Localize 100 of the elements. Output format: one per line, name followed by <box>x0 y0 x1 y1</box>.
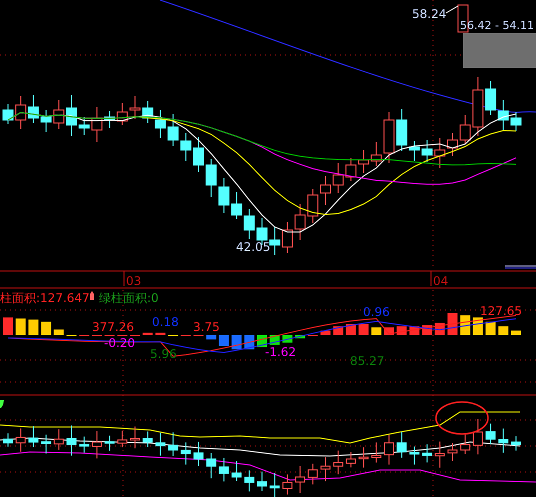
candlestick <box>116 102 128 126</box>
value-label: 85.27 <box>350 354 384 368</box>
candlestick <box>282 222 293 254</box>
candlestick <box>40 110 52 132</box>
candlestick <box>472 418 483 455</box>
value-label: -1.62 <box>265 345 296 359</box>
axis-label: 04 <box>433 274 448 288</box>
candlestick <box>434 138 446 168</box>
candlestick <box>218 178 230 214</box>
histogram-bar <box>295 335 306 338</box>
histogram-bar <box>142 332 153 335</box>
price-label: 58.24 <box>412 7 446 21</box>
histogram-bar <box>511 330 521 335</box>
legend-label: 绿柱面积:0 <box>99 291 159 305</box>
scroll-indicator <box>504 266 536 268</box>
candlestick <box>79 436 90 454</box>
histogram-bar <box>486 322 496 335</box>
histogram-bar <box>498 326 508 335</box>
histogram-bar <box>346 324 356 335</box>
candlestick <box>130 96 140 120</box>
candlestick <box>320 456 330 482</box>
candlestick <box>232 460 242 482</box>
candlestick <box>218 457 229 482</box>
histogram-bar <box>232 335 242 350</box>
candlestick <box>231 192 242 220</box>
candlestick <box>409 446 420 466</box>
candlestick <box>66 94 77 136</box>
candlestick <box>206 158 217 198</box>
candlestick <box>486 423 496 445</box>
candlestick <box>295 466 306 494</box>
candlestick <box>498 100 509 130</box>
candlestick <box>346 452 356 468</box>
histogram-bar <box>206 335 216 340</box>
candlestick <box>485 80 496 116</box>
candlestick <box>206 452 216 479</box>
histogram-bar <box>358 324 369 335</box>
bar-icon <box>90 291 94 300</box>
candlestick <box>448 442 458 462</box>
candlestick <box>510 112 522 132</box>
histogram-bar <box>320 330 330 335</box>
candlestick <box>194 441 204 466</box>
candlestick <box>257 471 267 492</box>
candlestick <box>460 434 470 454</box>
value-label: 377.26 <box>92 320 134 334</box>
candlestick <box>117 430 128 448</box>
candlestick <box>3 432 13 448</box>
candlestick <box>180 442 191 466</box>
candlestick <box>130 426 140 449</box>
candlestick <box>193 136 204 172</box>
candlestick <box>142 430 153 448</box>
candlestick <box>396 431 407 458</box>
candlestick <box>66 424 76 456</box>
value-label: 127.65 <box>480 304 522 318</box>
candlestick <box>244 208 255 240</box>
histogram-bar <box>3 317 13 335</box>
histogram-bar <box>218 335 229 346</box>
price-label: 42.05 <box>236 240 270 254</box>
candlestick <box>168 432 178 456</box>
candlestick <box>28 94 39 124</box>
value-label: 3.75 <box>193 320 220 334</box>
candlestick <box>511 436 521 452</box>
legend-label: 柱面积:127.647 <box>0 291 90 305</box>
candlestick <box>308 463 318 485</box>
histogram-bar <box>448 313 458 335</box>
candlestick <box>41 434 52 454</box>
value-label: 0.18 <box>152 315 179 329</box>
candlestick <box>307 188 318 224</box>
candlestick <box>320 176 331 206</box>
axis-label: 03 <box>126 274 142 288</box>
candlestick <box>434 441 445 468</box>
candlestick <box>15 96 26 130</box>
histogram-bar <box>16 318 26 335</box>
histogram-bar <box>460 315 470 335</box>
highlight-circle <box>435 401 489 435</box>
candlestick <box>270 472 280 497</box>
candlestick <box>154 110 166 138</box>
candlestick <box>142 100 154 124</box>
candlestick <box>371 442 382 464</box>
leader-line <box>446 6 458 14</box>
candlestick <box>384 112 394 164</box>
candlestick <box>92 430 102 459</box>
candlestick <box>104 435 115 452</box>
candlestick <box>28 426 38 448</box>
candlestick <box>104 110 116 128</box>
candlestick <box>498 428 508 454</box>
candlestick <box>54 428 64 450</box>
histogram-bar <box>54 330 64 335</box>
candlestick <box>333 450 344 475</box>
candlestick <box>53 100 64 130</box>
candlestick <box>2 104 14 124</box>
candlestick <box>244 470 254 492</box>
histogram-bar <box>41 322 52 335</box>
flag-icon <box>0 400 4 408</box>
candlestick <box>180 132 192 162</box>
candlestick <box>370 142 382 166</box>
value-label: 0.96 <box>363 305 390 319</box>
histogram-bar <box>28 320 38 335</box>
candlestick <box>422 444 432 463</box>
candlestick <box>358 446 369 468</box>
candlestick <box>294 204 306 240</box>
